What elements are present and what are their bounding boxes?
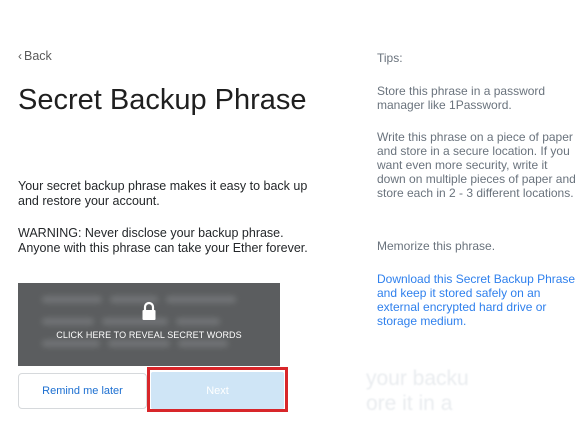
back-label: Back: [24, 49, 52, 63]
warning-text: WARNING: Never disclose your backup phra…: [18, 226, 308, 255]
description-text: Your secret backup phrase makes it easy …: [18, 179, 308, 208]
download-phrase-link[interactable]: Download this Secret Backup Phrase and k…: [377, 272, 577, 328]
reveal-secret-words-button[interactable]: CLICK HERE TO REVEAL SECRET WORDS: [18, 283, 280, 366]
tip-memorize: Memorize this phrase.: [377, 239, 496, 253]
background-ghost-text: your backu ore it in a: [366, 367, 469, 415]
reveal-label: CLICK HERE TO REVEAL SECRET WORDS: [56, 330, 242, 340]
next-button[interactable]: Next: [151, 372, 284, 409]
lock-icon: [139, 301, 159, 321]
chevron-left-icon: ‹: [18, 49, 22, 63]
back-link[interactable]: ‹ Back: [18, 49, 52, 63]
page-title: Secret Backup Phrase: [18, 84, 307, 116]
tip-write-on-paper: Write this phrase on a piece of paper an…: [377, 130, 576, 200]
tips-heading: Tips:: [377, 51, 403, 65]
remind-me-later-button[interactable]: Remind me later: [18, 373, 147, 409]
tip-password-manager: Store this phrase in a password manager …: [377, 84, 546, 112]
